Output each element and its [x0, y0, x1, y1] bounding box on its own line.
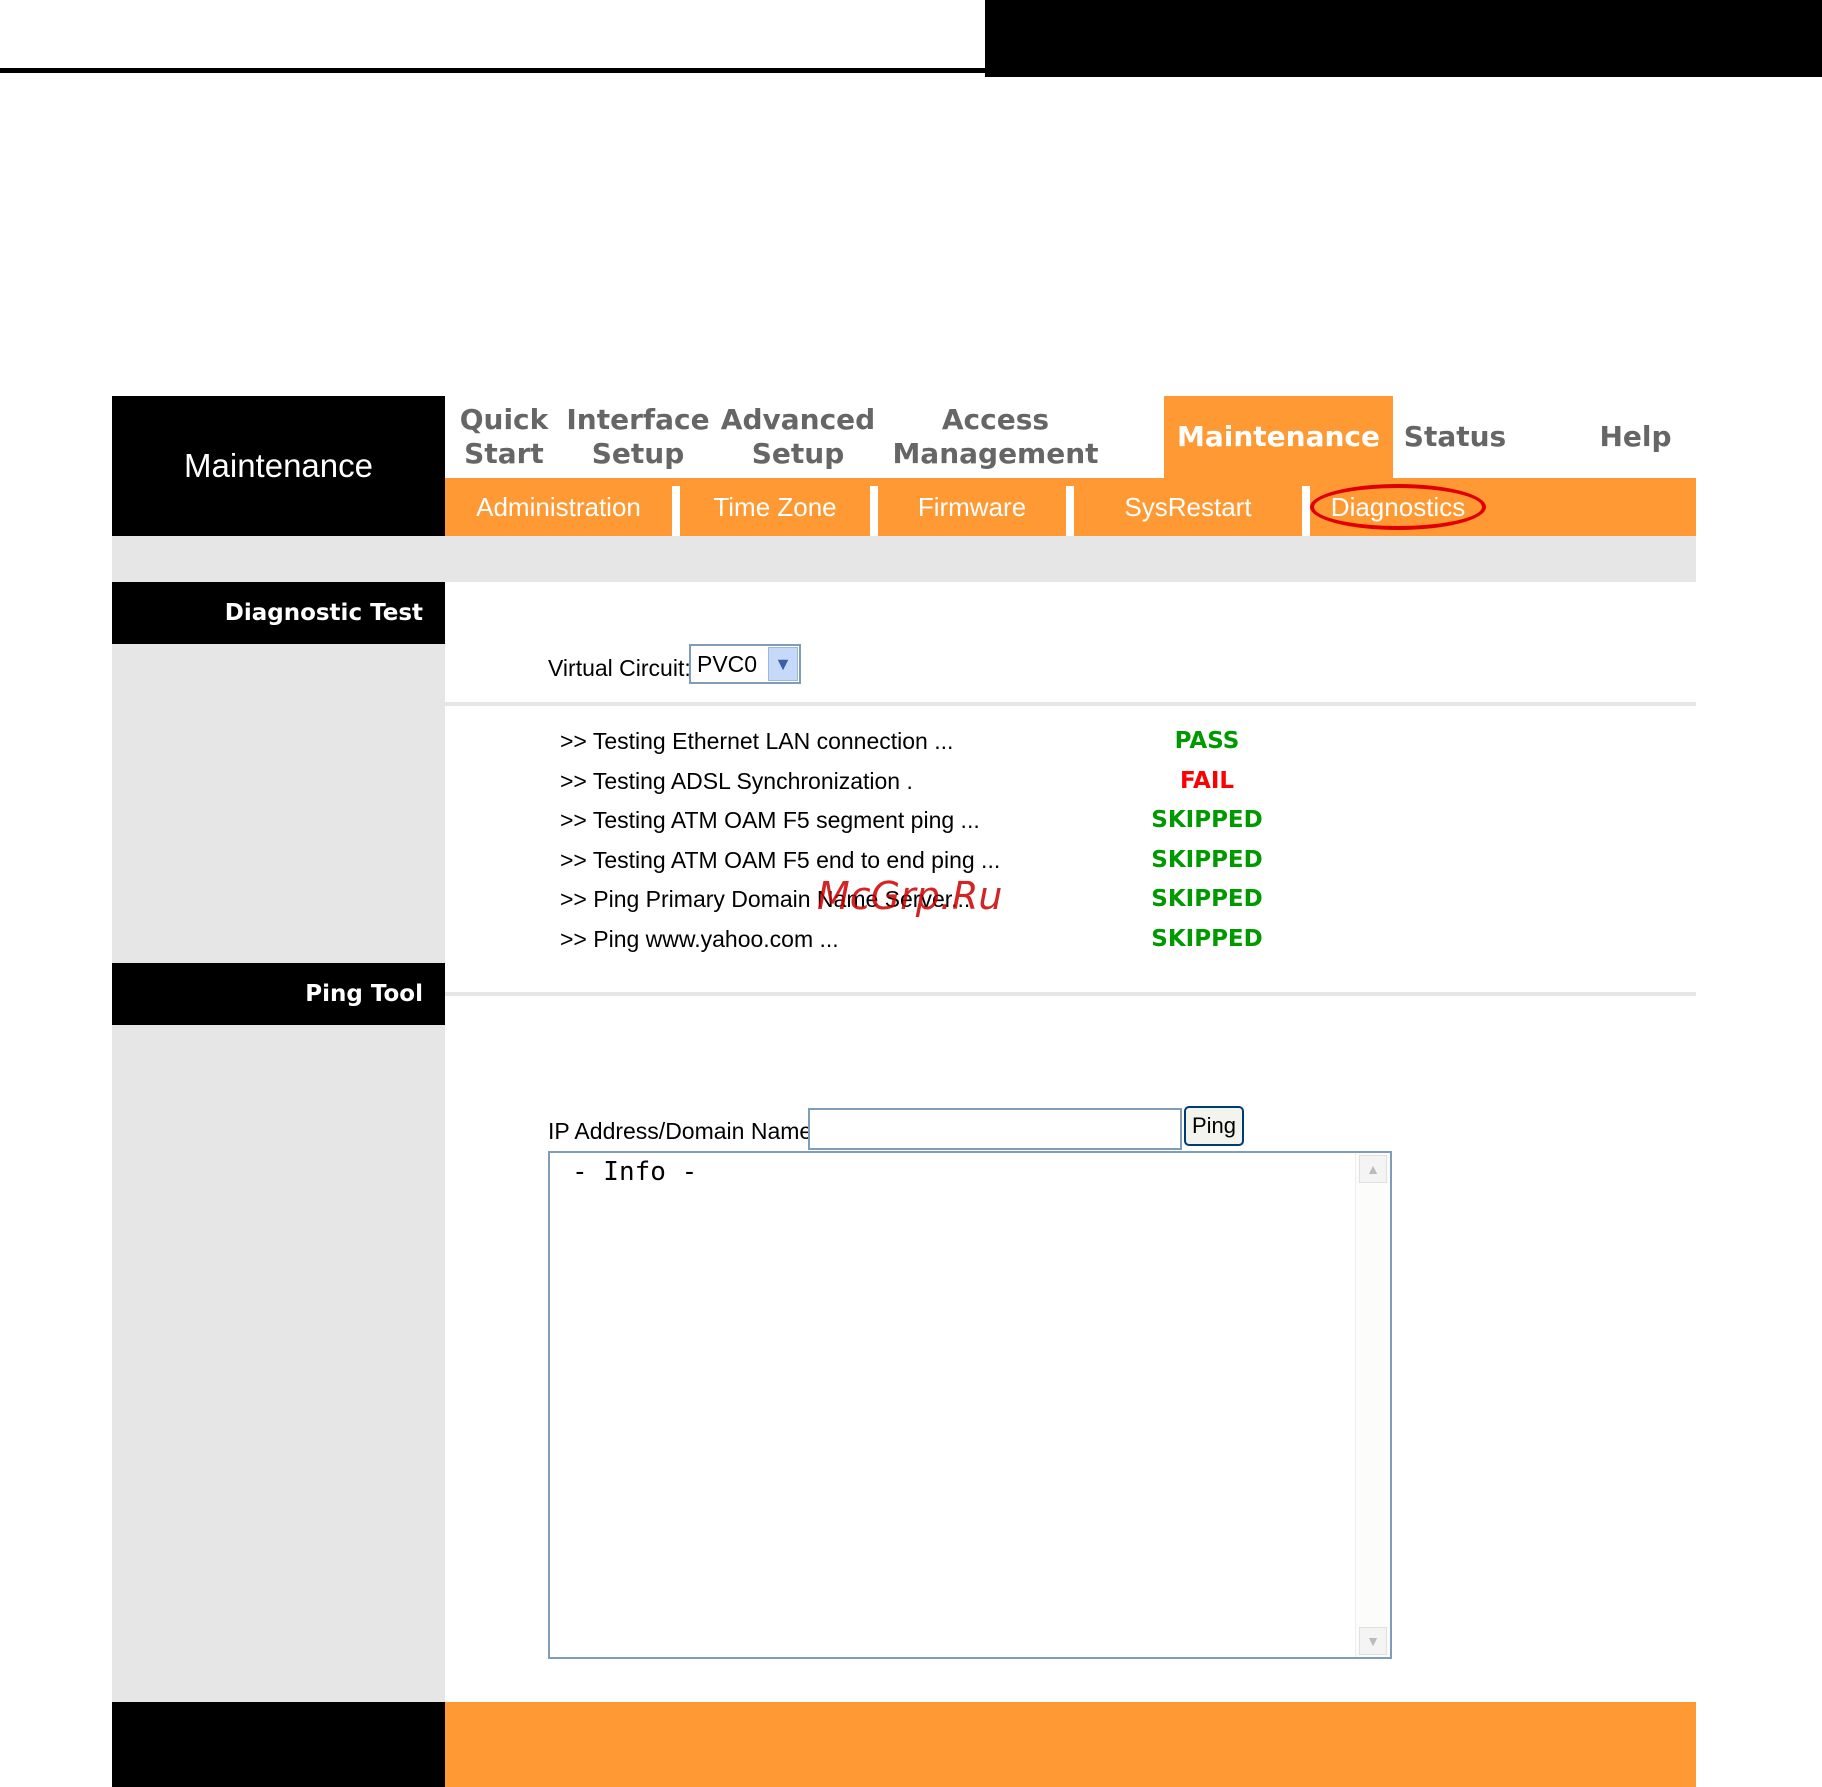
virtual-circuit-select[interactable]: PVC0 ▼: [689, 644, 801, 684]
tab-interface-setup[interactable]: Interface Setup: [563, 396, 713, 478]
test-result: SKIPPED: [1151, 886, 1263, 912]
document-header-block: [985, 0, 1822, 73]
footer-left: [112, 1702, 445, 1787]
divider: [445, 992, 1696, 996]
header-spacer-band: [112, 536, 1696, 582]
document-header-rule: [0, 68, 985, 73]
page-title: Maintenance: [112, 396, 445, 536]
virtual-circuit-value: PVC0: [697, 650, 758, 677]
scroll-down-icon[interactable]: ▼: [1359, 1627, 1387, 1655]
ip-address-input[interactable]: [808, 1108, 1182, 1150]
ping-button[interactable]: Ping: [1184, 1106, 1244, 1146]
test-result: PASS: [1174, 728, 1240, 754]
ping-output-text: - Info -: [572, 1157, 698, 1187]
subnav-separator: [672, 486, 680, 536]
subnav-administration[interactable]: Administration: [445, 478, 672, 536]
ip-address-label: IP Address/Domain Name:: [548, 1118, 819, 1144]
top-navigation: Quick Start Interface Setup Advanced Setup …: [445, 396, 1696, 478]
ping-output-textarea[interactable]: - Info - ▲ ▼: [548, 1151, 1392, 1659]
footer-bar: [445, 1702, 1696, 1787]
section-ping-tool: Ping Tool: [112, 963, 445, 1025]
tab-advanced-setup[interactable]: Advanced Setup: [713, 396, 883, 478]
scroll-up-icon[interactable]: ▲: [1359, 1155, 1387, 1183]
virtual-circuit-label: Virtual Circuit:: [548, 655, 691, 681]
subnav-separator: [870, 486, 878, 536]
document-header-block-edge: [985, 73, 1822, 77]
chevron-down-icon[interactable]: ▼: [768, 647, 798, 681]
watermark: McGrp.Ru: [817, 874, 1003, 918]
test-result: SKIPPED: [1151, 847, 1263, 873]
subnav-sysrestart[interactable]: SysRestart: [1074, 478, 1302, 536]
subnav-firmware[interactable]: Firmware: [878, 478, 1066, 536]
subnav-separator: [1302, 486, 1310, 536]
sub-navigation: Administration Time Zone Firmware SysRes…: [445, 478, 1696, 536]
test-name: >> Testing ATM OAM F5 segment ping ...: [560, 807, 980, 833]
tab-maintenance[interactable]: Maintenance: [1164, 396, 1393, 478]
test-name: >> Testing ATM OAM F5 end to end ping ..…: [560, 847, 1001, 873]
subnav-separator: [1066, 486, 1074, 536]
subnav-time-zone[interactable]: Time Zone: [680, 478, 870, 536]
test-name: >> Testing Ethernet LAN connection ...: [560, 728, 954, 754]
test-name: >> Ping www.yahoo.com ...: [560, 926, 839, 952]
test-result: FAIL: [1179, 768, 1235, 794]
router-admin-ui: Maintenance Quick Start Interface Setup Ad…: [112, 396, 1696, 1787]
tab-access-management[interactable]: Access Management: [883, 396, 1108, 478]
test-result: SKIPPED: [1151, 807, 1263, 833]
section-diagnostic-test: Diagnostic Test: [112, 582, 445, 644]
left-column: [112, 582, 445, 1702]
vertical-scrollbar[interactable]: ▲ ▼: [1355, 1153, 1390, 1657]
divider: [445, 702, 1696, 706]
highlight-circle: [1310, 484, 1486, 530]
tab-quick-start[interactable]: Quick Start: [445, 396, 563, 478]
tab-help[interactable]: Help: [1575, 396, 1696, 478]
test-name: >> Testing ADSL Synchronization .: [560, 768, 913, 794]
test-result: SKIPPED: [1151, 926, 1263, 952]
tab-status[interactable]: Status: [1393, 396, 1517, 478]
